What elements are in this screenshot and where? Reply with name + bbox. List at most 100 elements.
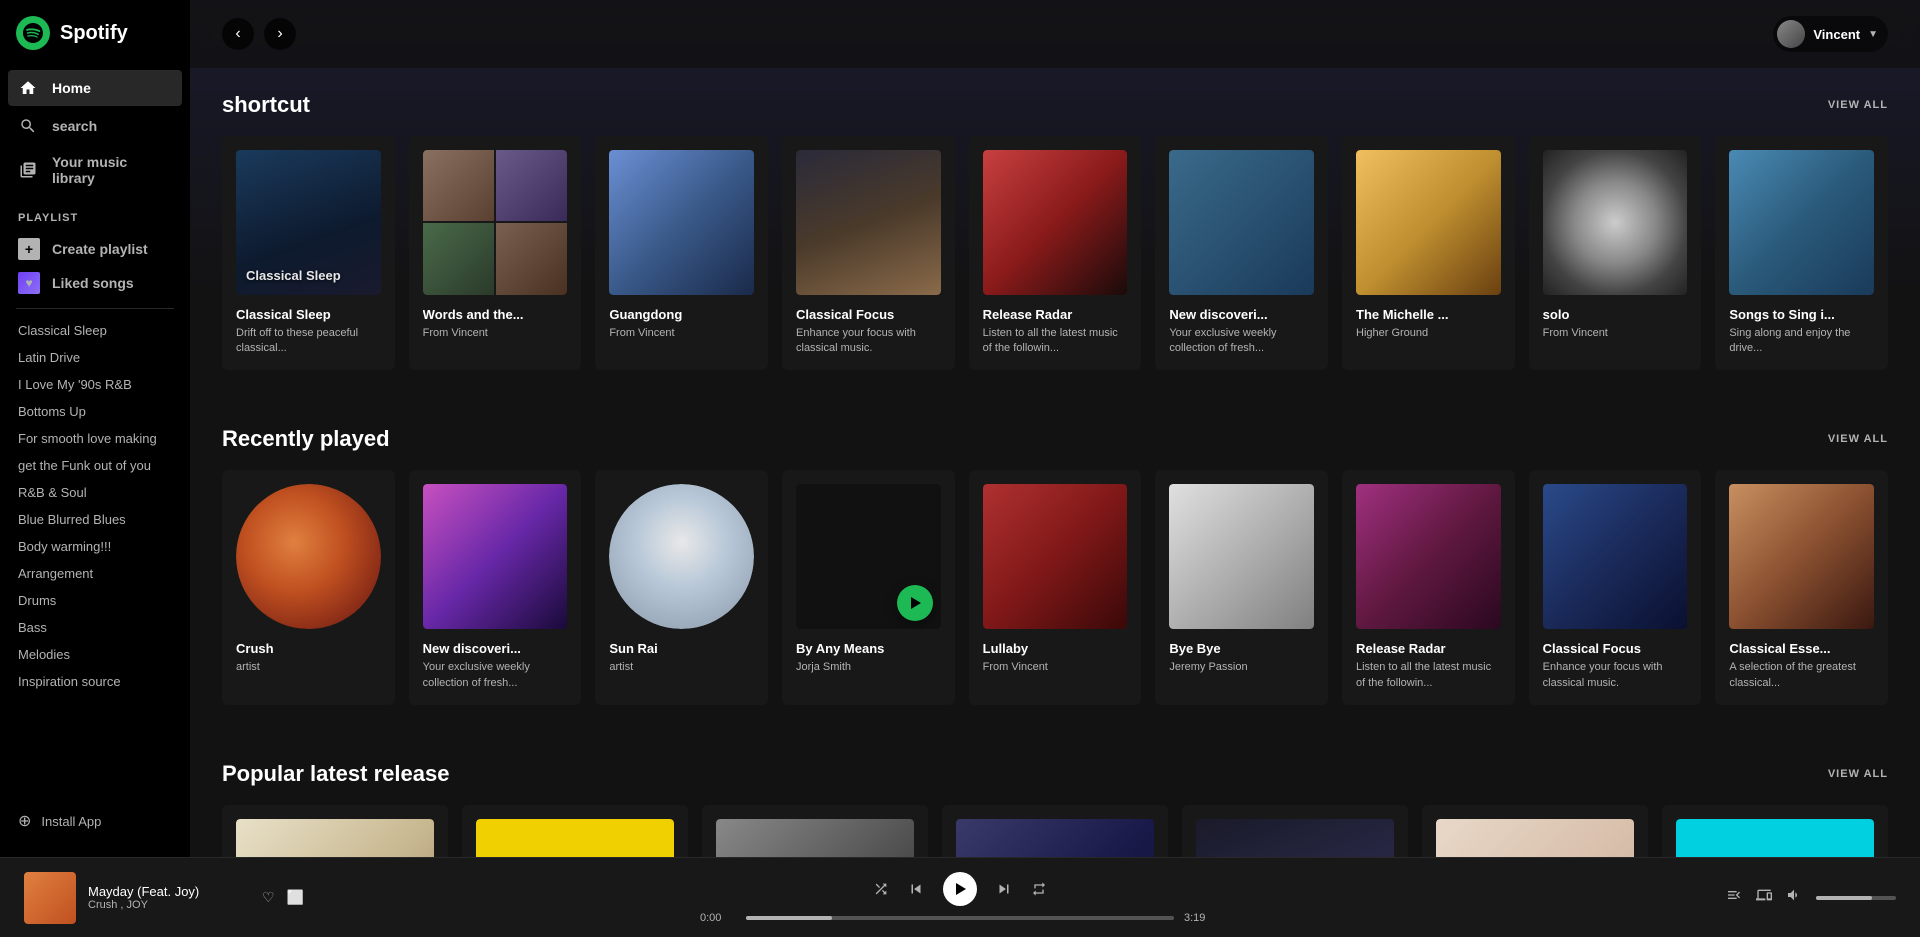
music-card[interactable]: Songs to Sing i... Sing along and enjoy t… [1715, 136, 1888, 370]
card-image-wrap [476, 819, 674, 857]
music-card[interactable]: By Any MeansJorja Smith [782, 470, 955, 704]
create-playlist-button[interactable]: + Create playlist [0, 232, 190, 266]
sidebar-playlist-item[interactable]: Inspiration source [8, 668, 182, 695]
install-app-button[interactable]: ⊕ Install App [0, 801, 190, 841]
sidebar-playlist-item[interactable]: Drums [8, 587, 182, 614]
music-card[interactable]: Release RadarListen to all the latest mu… [969, 136, 1142, 370]
sidebar-playlist-item[interactable]: Body warming!!! [8, 533, 182, 560]
card-image [1436, 819, 1634, 857]
card-image-wrap [1729, 484, 1874, 629]
music-card[interactable]: Sun Raiartist [595, 470, 768, 704]
card-image-wrap [236, 484, 381, 629]
music-card[interactable] [1182, 805, 1408, 857]
music-card[interactable]: Words and the...From Vincent [409, 136, 582, 370]
sidebar-playlist-item[interactable]: Bottoms Up [8, 398, 182, 425]
shortcut-section: shortcut VIEW ALL Classical SleepClassic… [190, 68, 1920, 402]
music-card[interactable]: Classical Esse...A selection of the grea… [1715, 470, 1888, 704]
next-button[interactable] [995, 880, 1013, 898]
liked-songs-button[interactable]: ♥ Liked songs [0, 266, 190, 300]
back-button[interactable]: ‹ [222, 18, 254, 50]
previous-button[interactable] [907, 880, 925, 898]
volume-fill [1816, 896, 1872, 900]
sidebar-playlist-item[interactable]: I Love My '90s R&B [8, 371, 182, 398]
play-pause-button[interactable] [943, 872, 977, 906]
music-card[interactable] [1422, 805, 1648, 857]
card-image-wrap [423, 484, 568, 629]
card-subtitle: Your exclusive weekly collection of fres… [1169, 326, 1314, 357]
music-card[interactable]: soloFrom Vincent [1529, 136, 1702, 370]
track-artist: Crush , JOY [88, 899, 250, 911]
sidebar-playlist-item[interactable]: R&B & Soul [8, 479, 182, 506]
forward-button[interactable]: › [264, 18, 296, 50]
sidebar-playlist-item[interactable]: get the Funk out of you [8, 452, 182, 479]
devices-button[interactable] [1756, 887, 1772, 908]
player-controls: 0:00 3:19 [304, 872, 1616, 924]
sidebar-playlist-item[interactable]: For smooth love making [8, 425, 182, 452]
sidebar-item-library[interactable]: Your music library [8, 146, 182, 194]
player-track: Mayday (Feat. Joy) Crush , JOY ♡ ⬜ [24, 872, 304, 924]
music-card[interactable]: Classical FocusEnhance your focus with c… [782, 136, 955, 370]
sidebar-item-search[interactable]: search [8, 108, 182, 144]
volume-button[interactable] [1786, 887, 1802, 908]
music-card[interactable] [222, 805, 448, 857]
card-title: Classical Esse... [1729, 641, 1874, 656]
card-title: Lullaby [983, 641, 1128, 656]
repeat-button[interactable] [1031, 881, 1047, 897]
card-subtitle: From Vincent [609, 326, 754, 341]
play-button-overlay[interactable] [897, 585, 933, 621]
music-card[interactable]: GuangdongFrom Vincent [595, 136, 768, 370]
card-title: Release Radar [1356, 641, 1501, 656]
music-card[interactable]: LullabyFrom Vincent [969, 470, 1142, 704]
time-total: 3:19 [1184, 912, 1220, 924]
control-buttons [873, 872, 1047, 906]
music-card[interactable]: Bye Bye Jeremy Passion [1155, 470, 1328, 704]
music-card[interactable]: Release RadarListen to all the latest mu… [1342, 470, 1515, 704]
sidebar-playlist-item[interactable]: Blue Blurred Blues [8, 506, 182, 533]
recently-played-view-all[interactable]: VIEW ALL [1828, 433, 1888, 445]
user-menu[interactable]: Vincent ▼ [1773, 16, 1888, 52]
shortcut-header: shortcut VIEW ALL [222, 68, 1888, 118]
shortcut-view-all[interactable]: VIEW ALL [1828, 99, 1888, 111]
music-card[interactable]: New discoveri...Your exclusive weekly co… [409, 470, 582, 704]
music-card[interactable] [702, 805, 928, 857]
card-image [1676, 819, 1874, 857]
sidebar-playlist-item[interactable]: Bass [8, 614, 182, 641]
card-title: Songs to Sing i... [1729, 307, 1874, 322]
popular-latest-grid [222, 805, 1888, 857]
card-subtitle: Sing along and enjoy the drive... [1729, 326, 1874, 357]
recently-played-header: Recently played VIEW ALL [222, 402, 1888, 452]
sidebar-playlist-item[interactable]: Classical Sleep [8, 317, 182, 344]
time-current: 0:00 [700, 912, 736, 924]
main-content: ‹ › Vincent ▼ shortcut VIEW ALL Classica… [190, 0, 1920, 857]
sidebar-playlist-item[interactable]: Melodies [8, 641, 182, 668]
music-card[interactable]: Classical FocusEnhance your focus with c… [1529, 470, 1702, 704]
progress-bar[interactable] [746, 916, 1174, 920]
progress-fill [746, 916, 832, 920]
music-card[interactable]: New discoveri...Your exclusive weekly co… [1155, 136, 1328, 370]
music-card[interactable]: The Michelle ...Higher Ground [1342, 136, 1515, 370]
card-title: Crush [236, 641, 381, 656]
music-card[interactable] [462, 805, 688, 857]
queue-button[interactable] [1726, 887, 1742, 908]
music-card[interactable] [1662, 805, 1888, 857]
music-card[interactable]: Crushartist [222, 470, 395, 704]
shuffle-button[interactable] [873, 881, 889, 897]
card-image-wrap [983, 484, 1128, 629]
sidebar-playlist-item[interactable]: Arrangement [8, 560, 182, 587]
logo: Spotify [0, 16, 190, 70]
volume-bar[interactable] [1816, 896, 1896, 900]
like-button[interactable]: ♡ [262, 889, 275, 906]
library-icon [18, 160, 38, 180]
card-title: Bye Bye [1169, 641, 1314, 656]
sidebar-item-home[interactable]: Home [8, 70, 182, 106]
card-subtitle: Jeremy Passion [1169, 660, 1314, 675]
card-image-wrap [796, 484, 941, 629]
card-image [716, 819, 914, 857]
picture-in-picture-button[interactable]: ⬜ [287, 889, 304, 906]
music-card[interactable]: Classical SleepClassical SleepDrift off … [222, 136, 395, 370]
home-icon [18, 78, 38, 98]
sidebar-playlist-item[interactable]: Latin Drive [8, 344, 182, 371]
popular-latest-view-all[interactable]: VIEW ALL [1828, 768, 1888, 780]
recently-played-grid: CrushartistNew discoveri...Your exclusiv… [222, 470, 1888, 704]
music-card[interactable] [942, 805, 1168, 857]
